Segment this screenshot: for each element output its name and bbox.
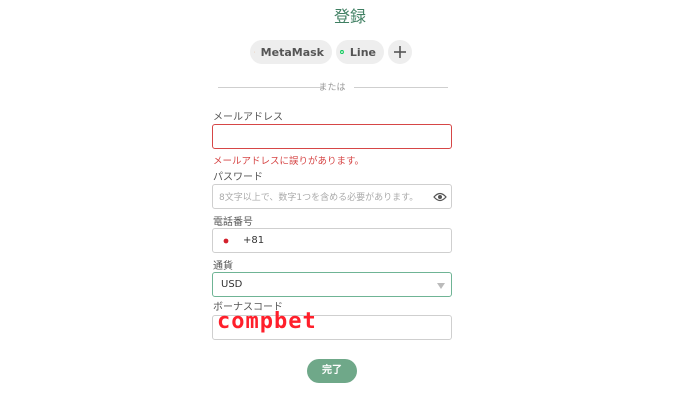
phone-label: 電話番号 (213, 217, 253, 228)
email-error-message: メールアドレスに誤りがあります。 (213, 156, 365, 167)
metamask-label: MetaMask (260, 45, 324, 59)
metamask-login-button[interactable]: MetaMask (250, 40, 332, 64)
compbet-watermark: compbet (217, 309, 317, 334)
password-label: パスワード (213, 172, 263, 183)
page-title: 登録 (333, 7, 366, 26)
email-input[interactable] (213, 126, 451, 149)
email-label: メールアドレス (213, 112, 283, 123)
currency-select[interactable]: USD (212, 272, 452, 297)
password-input[interactable] (213, 186, 451, 209)
line-label: Line (349, 45, 376, 59)
phone-country-code: +81 (243, 235, 265, 246)
line-logo-icon (340, 50, 344, 54)
password-field-box (212, 184, 452, 209)
japan-flag-icon[interactable] (220, 236, 232, 246)
currency-label: 通貨 (213, 261, 233, 272)
email-field-box (212, 124, 452, 149)
line-login-button[interactable]: Line (336, 40, 384, 64)
phone-field[interactable]: +81 (212, 228, 452, 253)
chevron-down-icon (437, 283, 445, 289)
more-login-options-button[interactable] (388, 40, 412, 64)
or-divider: または (212, 80, 452, 94)
eye-icon[interactable] (433, 191, 447, 203)
metamask-fox-icon (254, 51, 255, 53)
currency-selected-value: USD (221, 279, 243, 290)
plus-icon (394, 46, 406, 58)
social-login-row: MetaMask Line (250, 40, 412, 64)
divider-line-right (354, 87, 448, 88)
submit-button[interactable]: 完了 (307, 359, 357, 383)
